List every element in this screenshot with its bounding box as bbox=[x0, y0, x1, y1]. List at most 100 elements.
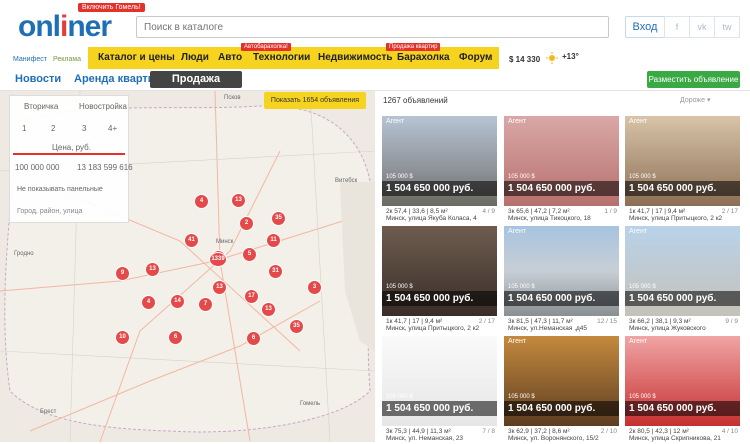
listing-floor: 7 / 8 bbox=[482, 428, 495, 435]
map-pin[interactable]: 1339 bbox=[209, 252, 227, 267]
listing-card[interactable]: Агент 105 000 $ 1 504 650 000 руб. 3к 81… bbox=[504, 226, 619, 334]
listing-address[interactable]: Минск, ул.Неманская ,д45 bbox=[508, 325, 587, 332]
login-button[interactable]: Вход bbox=[625, 16, 665, 38]
map-pin[interactable]: 7 bbox=[198, 297, 213, 312]
filter-secondary[interactable]: Вторичка bbox=[24, 102, 58, 111]
map-pin[interactable]: 4 bbox=[194, 194, 209, 209]
no-panel-checkbox[interactable]: Не показывать панельные bbox=[17, 186, 103, 193]
listing-address[interactable]: Минск, улица Тикоцкого, 18 bbox=[508, 215, 591, 222]
listing-address[interactable]: Минск, улица Скрипникова, 21 bbox=[629, 435, 721, 442]
tab-news[interactable]: Новости bbox=[15, 73, 61, 85]
ads-link[interactable]: Реклама bbox=[53, 56, 81, 63]
nav-tech[interactable]: Технологии bbox=[253, 52, 310, 63]
listing-address[interactable]: Минск, улица Притыцкого, 2 к2 bbox=[386, 325, 479, 332]
weather-sun-icon bbox=[546, 52, 558, 64]
vk-icon[interactable]: vk bbox=[689, 16, 715, 38]
twitter-icon[interactable]: tw bbox=[714, 16, 740, 38]
nav-catalog[interactable]: Каталог и цены bbox=[98, 52, 175, 63]
listing-card[interactable]: Агент 105 000 $ 1 504 650 000 руб. 2к 57… bbox=[382, 116, 497, 224]
listing-info: 3к 66,2 | 38,1 | 9,3 м² bbox=[629, 318, 691, 325]
place-ad-button[interactable]: Разместить объявление bbox=[647, 71, 740, 88]
map-pin[interactable]: 5 bbox=[242, 247, 257, 262]
listing-card[interactable]: Агент 105 000 $ 1 504 650 000 руб. 3к 66… bbox=[625, 226, 740, 334]
autobaraholka-tag[interactable]: Автобарахолка! bbox=[241, 43, 291, 51]
nav-auto[interactable]: Авто bbox=[218, 52, 242, 63]
agent-badge: Агент bbox=[386, 118, 405, 125]
agent-badge: Агент bbox=[508, 338, 527, 345]
map-pin[interactable]: 41 bbox=[184, 233, 199, 248]
map-pin[interactable]: 14 bbox=[170, 294, 185, 309]
usd-rate[interactable]: $ 14 330 bbox=[509, 55, 540, 64]
listing-photo[interactable]: Агент 105 000 $ 1 504 650 000 руб. bbox=[504, 336, 619, 426]
agent-badge: Агент bbox=[629, 228, 648, 235]
listing-photo[interactable]: Агент 105 000 $ 1 504 650 000 руб. bbox=[504, 116, 619, 206]
price-usd: 105 000 $ bbox=[629, 174, 656, 180]
map-pin[interactable]: 11 bbox=[266, 233, 281, 248]
listing-photo[interactable]: 105 000 $ 1 504 650 000 руб. bbox=[382, 226, 497, 316]
manifest-link[interactable]: Манифест bbox=[13, 56, 47, 63]
nav-forum[interactable]: Форум bbox=[459, 52, 492, 63]
listing-info: 3к 62,9 | 37,2 | 8,6 м² bbox=[508, 428, 570, 435]
rooms-option[interactable]: 1 bbox=[22, 124, 26, 133]
map-pin[interactable]: 31 bbox=[268, 264, 283, 279]
price-byr: 1 504 650 000 руб. bbox=[382, 401, 497, 416]
listing-photo[interactable]: Агент 105 000 $ 1 504 650 000 руб. bbox=[382, 116, 497, 206]
listing-info: 1к 41,7 | 17 | 9,4 м² bbox=[386, 318, 443, 325]
map-pin[interactable]: 6 bbox=[246, 331, 261, 346]
price-slider-track[interactable] bbox=[13, 153, 125, 155]
price-usd: 105 000 $ bbox=[386, 174, 413, 180]
listing-address[interactable]: Минск, улица Притыцкого, 2 к2 bbox=[629, 215, 722, 222]
map-pin[interactable]: 4 bbox=[141, 295, 156, 310]
listing-address[interactable]: Минск, улица Якуба Коласа, 4 bbox=[386, 215, 477, 222]
price-usd: 105 000 $ bbox=[629, 394, 656, 400]
tab-rent[interactable]: Аренда квартир bbox=[74, 73, 161, 85]
city-search-input[interactable]: Город, район, улица bbox=[17, 208, 82, 215]
listing-address[interactable]: Минск, ул. Воронянского, 15/2 bbox=[508, 435, 599, 442]
nav-people[interactable]: Люди bbox=[181, 52, 209, 63]
sale-flats-tag[interactable]: Продажа квартир bbox=[386, 43, 441, 51]
weather-temp[interactable]: +13° bbox=[562, 52, 579, 61]
map-pin[interactable]: 13 bbox=[261, 302, 276, 317]
map-pin[interactable]: 13 bbox=[145, 262, 160, 277]
listing-photo[interactable]: Агент 105 000 $ 1 504 650 000 руб. bbox=[625, 336, 740, 426]
map-pin[interactable]: 13 bbox=[212, 280, 227, 295]
listing-card[interactable]: 105 000 $ 1 504 650 000 руб. 1к 41,7 | 1… bbox=[382, 226, 497, 334]
onliner-logo[interactable]: onliner bbox=[18, 10, 112, 44]
map-pin[interactable]: 35 bbox=[289, 319, 304, 334]
listing-card[interactable]: 105 000 $ 1 504 650 000 руб. 3к 75,3 | 4… bbox=[382, 336, 497, 444]
listing-card[interactable]: Агент 105 000 $ 1 504 650 000 руб. 3к 65… bbox=[504, 116, 619, 224]
listing-photo[interactable]: Агент 105 000 $ 1 504 650 000 руб. bbox=[504, 226, 619, 316]
map-pin[interactable]: 17 bbox=[244, 289, 259, 304]
promo-badge[interactable]: Включить Гомель! bbox=[78, 3, 145, 12]
rooms-option[interactable]: 2 bbox=[51, 124, 55, 133]
nav-realty[interactable]: Недвижимость bbox=[318, 52, 393, 63]
filter-newbuild[interactable]: Новостройка bbox=[79, 102, 127, 111]
map-pin[interactable]: 13 bbox=[231, 193, 246, 208]
map-pin[interactable]: 10 bbox=[115, 330, 130, 345]
nav-baraholka[interactable]: Барахолка bbox=[397, 52, 450, 63]
facebook-icon[interactable]: f bbox=[664, 16, 690, 38]
map-pin[interactable]: 2 bbox=[239, 216, 254, 231]
rooms-option[interactable]: 4+ bbox=[108, 124, 117, 133]
map-pin[interactable]: 6 bbox=[168, 330, 183, 345]
listing-card[interactable]: Агент 105 000 $ 1 504 650 000 руб. 1к 41… bbox=[625, 116, 740, 224]
rooms-option[interactable]: 3 bbox=[82, 124, 86, 133]
agent-badge: Агент bbox=[508, 118, 527, 125]
agent-badge: Агент bbox=[629, 118, 648, 125]
price-min[interactable]: 100 000 000 bbox=[15, 163, 60, 172]
map-pin[interactable]: 9 bbox=[115, 266, 130, 281]
listing-address[interactable]: Минск, улица Жуковского bbox=[629, 325, 706, 332]
listing-photo[interactable]: 105 000 $ 1 504 650 000 руб. bbox=[382, 336, 497, 426]
tab-sale[interactable]: Продажа квартир bbox=[150, 71, 242, 102]
listing-photo[interactable]: Агент 105 000 $ 1 504 650 000 руб. bbox=[625, 226, 740, 316]
show-listings-button[interactable]: Показать 1654 объявления bbox=[264, 92, 366, 109]
listing-address[interactable]: Минск, ул. Неманская, 23 bbox=[386, 435, 463, 442]
map-pin[interactable]: 35 bbox=[271, 211, 286, 226]
search-input[interactable] bbox=[136, 16, 609, 38]
sort-dropdown[interactable]: Дороже ▾ bbox=[680, 96, 710, 104]
listing-photo[interactable]: Агент 105 000 $ 1 504 650 000 руб. bbox=[625, 116, 740, 206]
map-pin[interactable]: 3 bbox=[307, 280, 322, 295]
listing-card[interactable]: Агент 105 000 $ 1 504 650 000 руб. 2к 80… bbox=[625, 336, 740, 444]
listing-card[interactable]: Агент 105 000 $ 1 504 650 000 руб. 3к 62… bbox=[504, 336, 619, 444]
price-max[interactable]: 13 183 599 616 bbox=[77, 163, 133, 172]
